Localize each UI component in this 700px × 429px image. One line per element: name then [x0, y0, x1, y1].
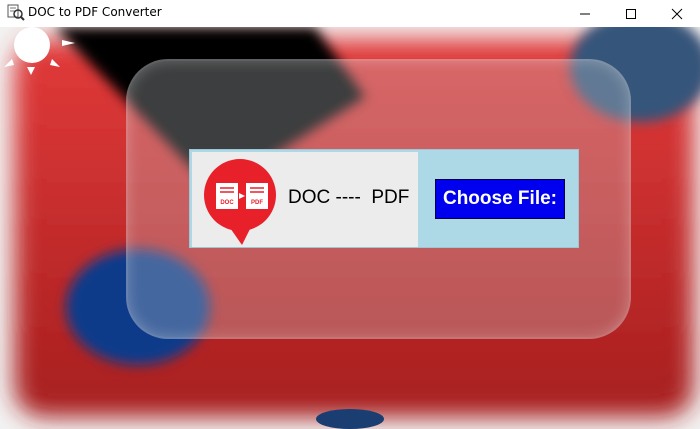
converter-panel: DOC PDF DOC ---- PDF Choose File: — [189, 149, 579, 248]
doc-to-pdf-logo-icon: DOC PDF — [204, 159, 276, 245]
app-icon — [7, 4, 25, 21]
logo-doc-text: DOC — [220, 200, 234, 206]
window-title: DOC to PDF Converter — [28, 5, 162, 19]
logo-pdf-text: PDF — [251, 200, 263, 206]
minimize-button[interactable] — [562, 0, 608, 27]
title-bar: DOC to PDF Converter — [0, 0, 700, 27]
choose-file-button[interactable]: Choose File: — [435, 179, 565, 219]
minimize-icon — [580, 13, 590, 14]
conversion-label: DOC ---- PDF — [288, 187, 410, 208]
logo-area: DOC PDF DOC ---- PDF — [192, 152, 418, 247]
close-icon — [671, 8, 683, 19]
close-button[interactable] — [654, 0, 700, 27]
maximize-icon — [626, 8, 636, 19]
maximize-button[interactable] — [608, 0, 654, 27]
